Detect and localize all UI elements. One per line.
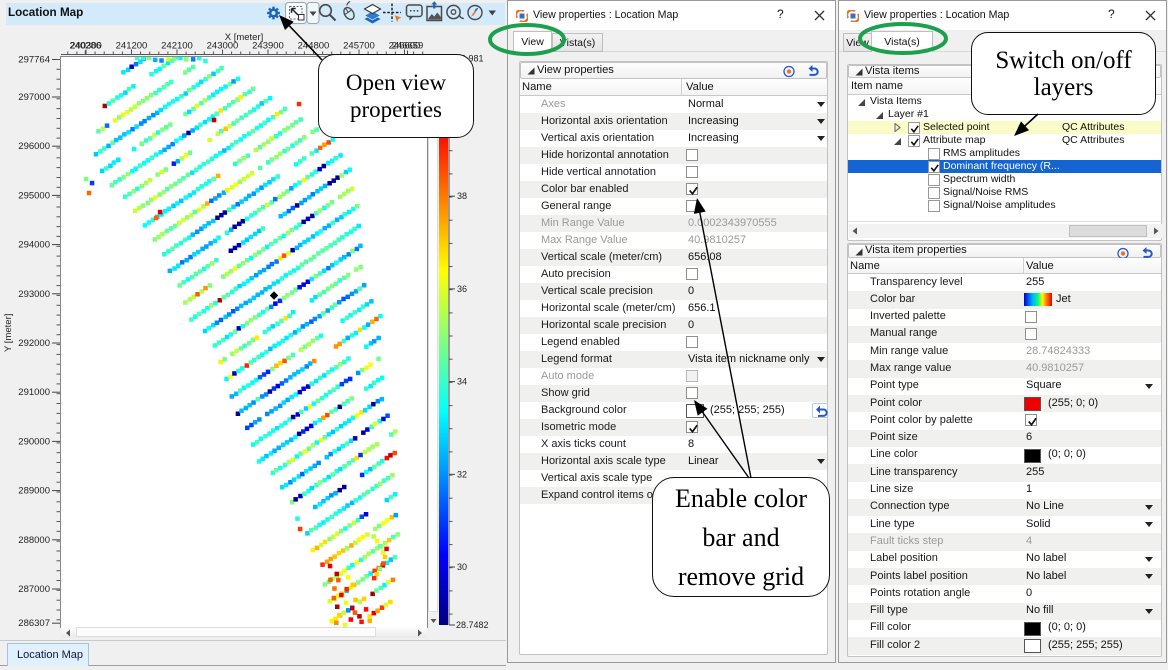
svg-text:36: 36 (457, 284, 467, 294)
svg-text:28.7482: 28.7482 (456, 620, 489, 630)
svg-text:30: 30 (457, 562, 467, 572)
svg-text:32: 32 (457, 469, 467, 479)
svg-text:38: 38 (457, 191, 467, 201)
svg-text:34: 34 (457, 377, 467, 387)
